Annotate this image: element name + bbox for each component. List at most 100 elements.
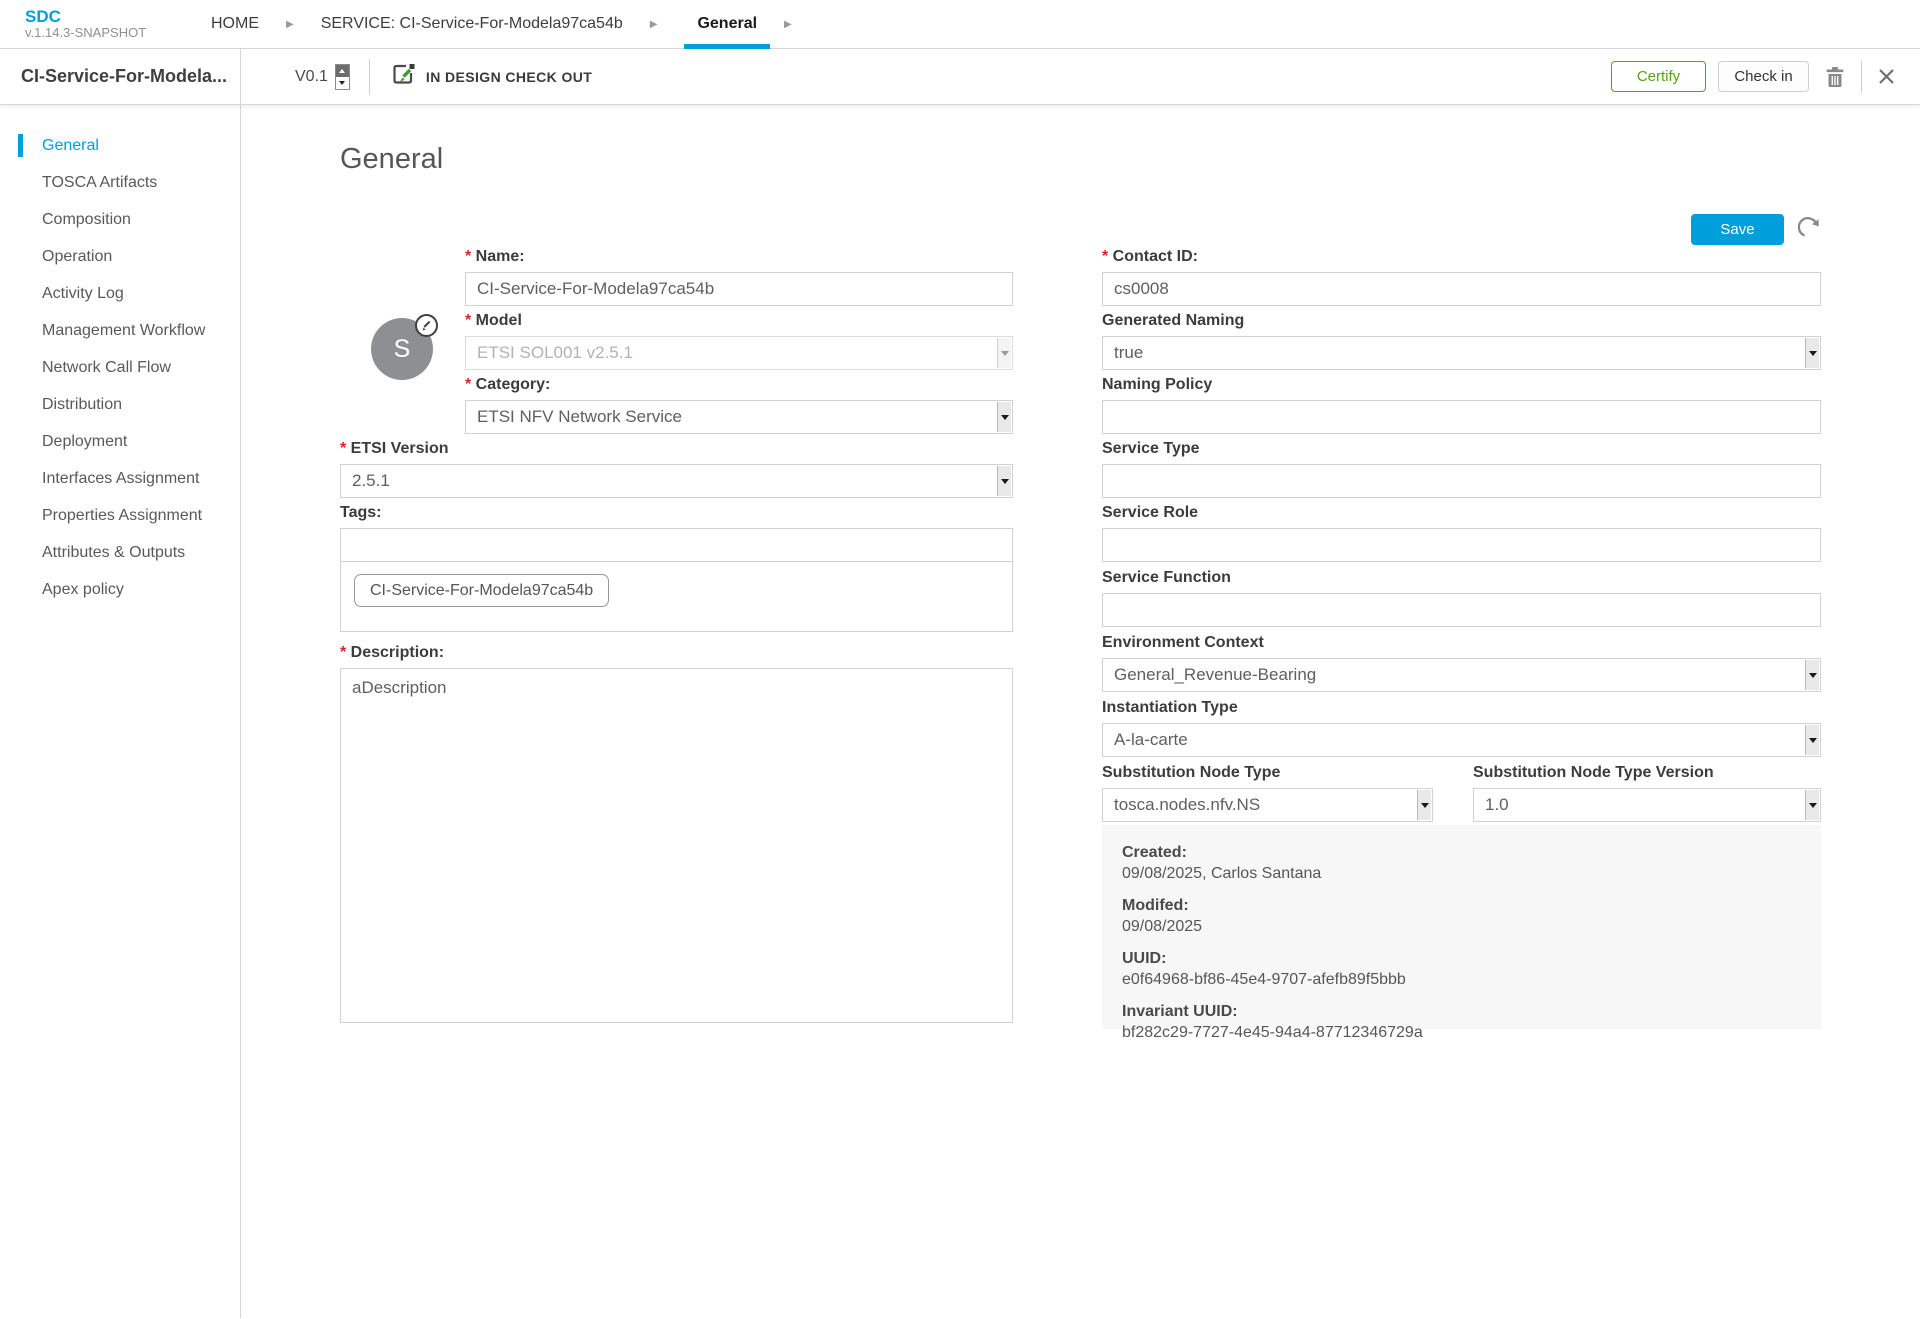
dropdown-arrow-icon	[1805, 338, 1819, 368]
environment-context-label: Environment Context	[1102, 634, 1821, 651]
category-label: Category:	[465, 376, 1013, 393]
service-function-input[interactable]	[1102, 593, 1821, 627]
sidebar-item-activity-log[interactable]: Activity Log	[0, 275, 240, 312]
service-type-label: Service Type	[1102, 440, 1821, 457]
sidebar-item-label: Management Workflow	[42, 322, 205, 339]
page-title: General	[340, 143, 443, 176]
sidebar-item-distribution[interactable]: Distribution	[0, 386, 240, 423]
service-role-label: Service Role	[1102, 504, 1821, 521]
revert-button[interactable]	[1798, 216, 1823, 244]
breadcrumb-service[interactable]: SERVICE: CI-Service-For-Modela97ca54b	[321, 15, 623, 33]
app-logo[interactable]: SDC v.1.14.3-SNAPSHOT	[0, 8, 211, 40]
sidebar-item-label: Attributes & Outputs	[42, 544, 185, 561]
created-value: 09/08/2025, Carlos Santana	[1122, 863, 1801, 884]
environment-context-select[interactable]: General_Revenue-Bearing	[1102, 658, 1821, 692]
dropdown-arrow-icon	[997, 402, 1011, 432]
certify-button[interactable]: Certify	[1611, 61, 1706, 92]
name-input[interactable]	[465, 272, 1013, 306]
metadata-panel: Created: 09/08/2025, Carlos Santana Modi…	[1102, 825, 1821, 1029]
sidebar-item-label: Operation	[42, 248, 112, 265]
created-row: Created: 09/08/2025, Carlos Santana	[1122, 842, 1801, 884]
description-textarea[interactable]: aDescription	[340, 668, 1013, 1023]
service-role-input[interactable]	[1102, 528, 1821, 562]
tags-input[interactable]	[340, 528, 1013, 562]
status-text: IN DESIGN CHECK OUT	[426, 69, 592, 85]
sidebar-item-general[interactable]: General	[0, 127, 240, 164]
sidebar-item-tosca-artifacts[interactable]: TOSCA Artifacts	[0, 164, 240, 201]
refresh-icon	[1798, 216, 1823, 241]
invariant-uuid-label: Invariant UUID:	[1122, 1001, 1801, 1022]
etsi-version-select-value: 2.5.1	[352, 471, 390, 491]
substitution-node-type-select[interactable]: tosca.nodes.nfv.NS	[1102, 788, 1433, 822]
pencil-icon	[421, 320, 432, 331]
etsi-version-label: ETSI Version	[340, 440, 1013, 457]
sidebar-item-network-call-flow[interactable]: Network Call Flow	[0, 349, 240, 386]
sidebar-item-attributes-outputs[interactable]: Attributes & Outputs	[0, 534, 240, 571]
name-label: Name:	[465, 248, 1013, 265]
created-label: Created:	[1122, 842, 1801, 863]
sidebar-item-properties-assignment[interactable]: Properties Assignment	[0, 497, 240, 534]
tag-chip[interactable]: CI-Service-For-Modela97ca54b	[354, 574, 609, 607]
sidebar-item-deployment[interactable]: Deployment	[0, 423, 240, 460]
etsi-version-select[interactable]: 2.5.1	[340, 464, 1013, 498]
sidebar-item-label: TOSCA Artifacts	[42, 174, 157, 191]
tags-container: CI-Service-For-Modela97ca54b	[340, 562, 1013, 632]
instantiation-type-select[interactable]: A-la-carte	[1102, 723, 1821, 757]
version-value: V0.1	[295, 68, 328, 86]
check-in-button[interactable]: Check in	[1718, 61, 1809, 92]
environment-context-select-value: General_Revenue-Bearing	[1114, 665, 1316, 685]
modified-value: 09/08/2025	[1122, 916, 1801, 937]
invariant-uuid-row: Invariant UUID: bf282c29-7727-4e45-94a4-…	[1122, 1001, 1801, 1043]
generated-naming-select[interactable]: true	[1102, 336, 1821, 370]
dropdown-arrow-icon	[1417, 790, 1431, 820]
service-avatar: S	[371, 318, 433, 380]
breadcrumb-home[interactable]: HOME	[211, 15, 259, 33]
close-button[interactable]	[1878, 68, 1895, 85]
model-label: Model	[465, 312, 1013, 329]
sidebar-item-label: Distribution	[42, 396, 122, 413]
tags-label: Tags:	[340, 504, 1013, 521]
delete-button[interactable]	[1825, 66, 1845, 88]
dropdown-arrow-icon	[997, 338, 1011, 368]
tab-general[interactable]: General	[684, 0, 770, 48]
dropdown-arrow-icon	[1805, 725, 1819, 755]
sidebar-item-label: Apex policy	[42, 581, 124, 598]
substitution-node-type-version-select[interactable]: 1.0	[1473, 788, 1821, 822]
version-selector[interactable]: V0.1	[295, 64, 350, 90]
generated-naming-label: Generated Naming	[1102, 312, 1821, 329]
dropdown-arrow-icon	[1805, 660, 1819, 690]
chevron-right-icon: ▶	[650, 19, 658, 30]
save-button[interactable]: Save	[1691, 214, 1784, 245]
substitution-node-type-select-value: tosca.nodes.nfv.NS	[1114, 795, 1260, 815]
naming-policy-input[interactable]	[1102, 400, 1821, 434]
spinner-down-icon[interactable]	[336, 77, 349, 89]
substitution-node-type-version-label: Substitution Node Type Version	[1473, 764, 1821, 781]
sidebar-item-composition[interactable]: Composition	[0, 201, 240, 238]
sidebar-item-management-workflow[interactable]: Management Workflow	[0, 312, 240, 349]
model-select[interactable]: ETSI SOL001 v2.5.1	[465, 336, 1013, 370]
contact-id-input[interactable]	[1102, 272, 1821, 306]
sidebar-item-label: Properties Assignment	[42, 507, 202, 524]
invariant-uuid-value: bf282c29-7727-4e45-94a4-87712346729a	[1122, 1022, 1801, 1043]
spinner-up-icon[interactable]	[336, 65, 349, 77]
uuid-row: UUID: e0f64968-bf86-45e4-9707-afefb89f5b…	[1122, 948, 1801, 990]
sidebar-item-interfaces-assignment[interactable]: Interfaces Assignment	[0, 460, 240, 497]
service-header-bar: CI-Service-For-Modela... V0.1 IN DESIGN …	[0, 49, 1920, 105]
sidebar-item-label: Composition	[42, 211, 131, 228]
divider	[369, 59, 370, 95]
category-select-value: ETSI NFV Network Service	[477, 407, 682, 427]
service-name: CI-Service-For-Modela...	[21, 66, 227, 87]
modified-row: Modifed: 09/08/2025	[1122, 895, 1801, 937]
category-select[interactable]: ETSI NFV Network Service	[465, 400, 1013, 434]
sidebar-item-apex-policy[interactable]: Apex policy	[0, 571, 240, 608]
general-form-panel: General Save S Name: Model	[241, 105, 1920, 1318]
sidebar-item-operation[interactable]: Operation	[0, 238, 240, 275]
service-type-input[interactable]	[1102, 464, 1821, 498]
sidebar-menu: General TOSCA Artifacts Composition Oper…	[0, 105, 241, 1318]
instantiation-type-select-value: A-la-carte	[1114, 730, 1188, 750]
sidebar-item-label: Activity Log	[42, 285, 124, 302]
substitution-node-type-label: Substitution Node Type	[1102, 764, 1433, 781]
dropdown-arrow-icon	[997, 466, 1011, 496]
edit-avatar-button[interactable]	[415, 314, 438, 337]
version-spinner[interactable]	[335, 64, 350, 90]
